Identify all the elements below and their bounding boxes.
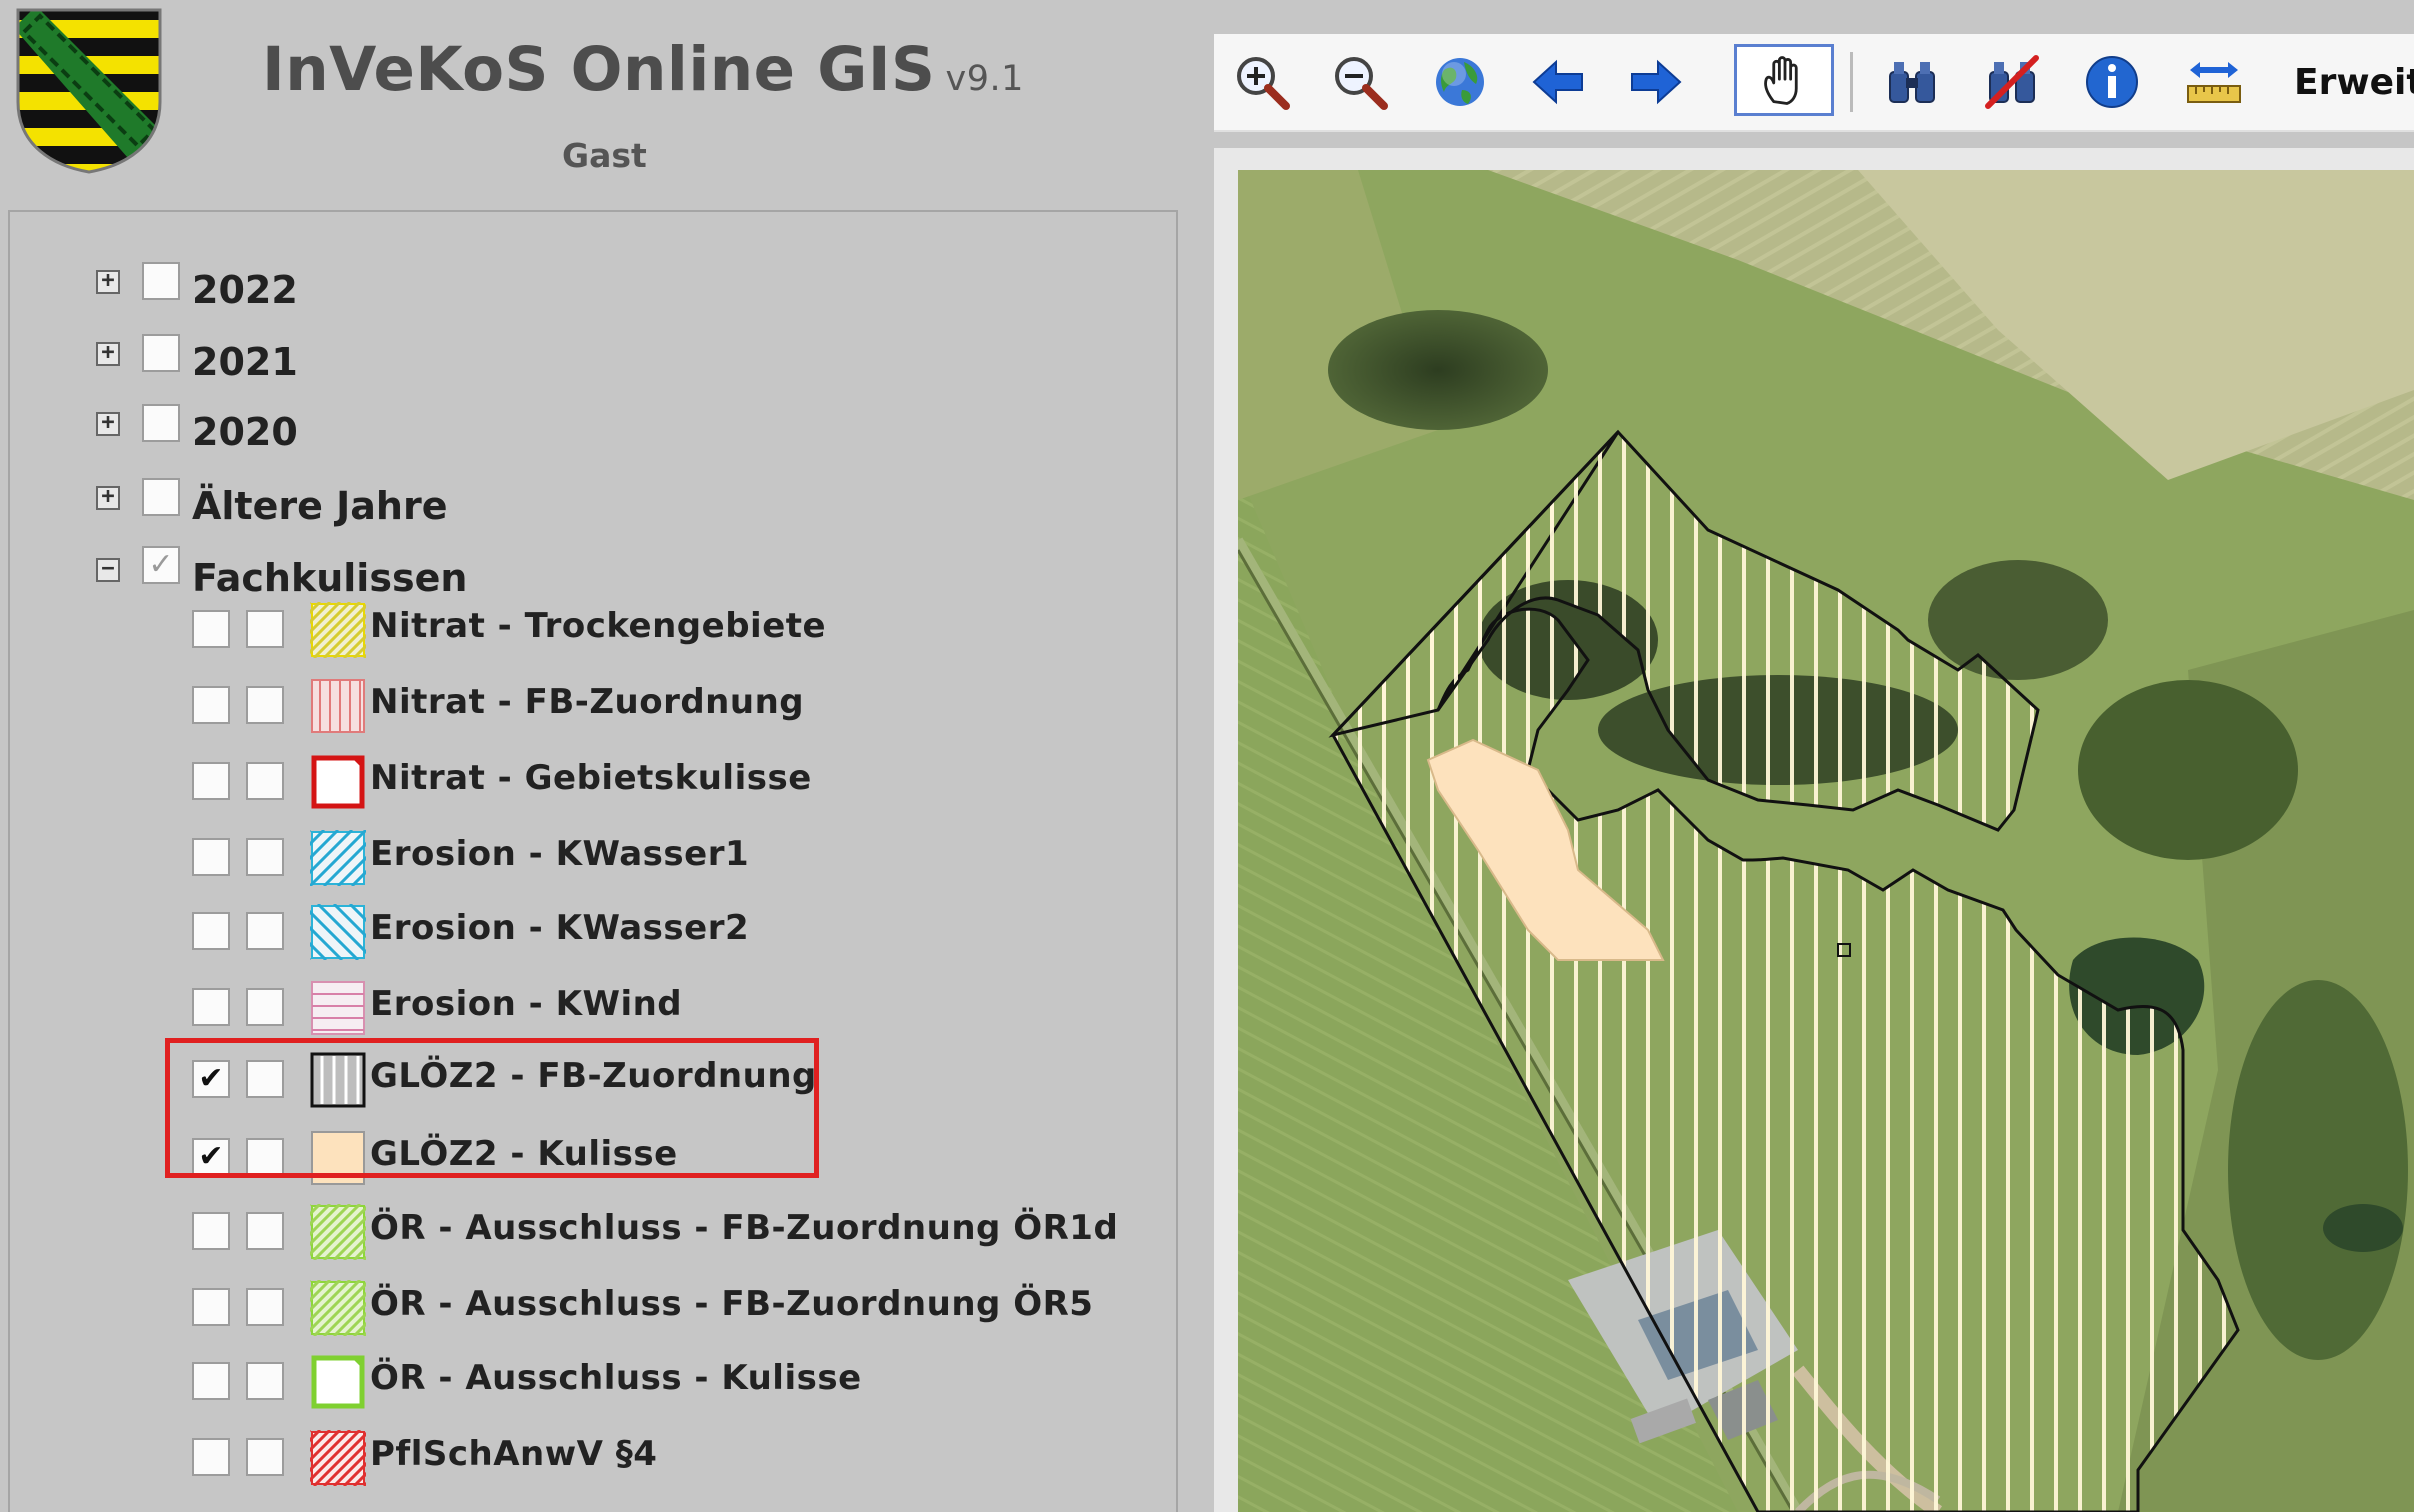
layer-label: ÖR - Ausschluss - FB-Zuordnung ÖR1d: [370, 1208, 1119, 1248]
tree-node-year[interactable]: +2020: [10, 404, 1110, 464]
layer-label: ÖR - Ausschluss - FB-Zuordnung ÖR5: [370, 1284, 1094, 1324]
tree-node-label: Ältere Jahre: [192, 484, 448, 528]
layer-legend-swatch-icon: [310, 754, 366, 810]
expand-toggle-icon[interactable]: +: [96, 342, 120, 366]
globe-icon[interactable]: [1428, 50, 1492, 114]
layer-select-checkbox[interactable]: [246, 1438, 284, 1476]
layer-label: Erosion - KWasser1: [370, 834, 750, 874]
tree-node-checkbox[interactable]: ✓: [142, 546, 180, 584]
pan-hand-icon: [1764, 56, 1798, 105]
layer-visibility-checkbox[interactable]: [192, 1212, 230, 1250]
layer-visibility-checkbox[interactable]: [192, 686, 230, 724]
expand-toggle-icon[interactable]: +: [96, 270, 120, 294]
layer-label: Nitrat - FB-Zuordnung: [370, 682, 805, 722]
layer-row[interactable]: Erosion - KWasser1: [10, 828, 1150, 888]
layer-row[interactable]: Nitrat - Gebietskulisse: [10, 752, 1150, 812]
layer-legend-swatch-icon: [252, 600, 422, 660]
gloez2-highlight-box: [165, 1038, 819, 1178]
layer-row[interactable]: Erosion - KWasser2: [10, 902, 1150, 962]
map-woodland: [2078, 680, 2298, 860]
map-frame: [1214, 148, 2414, 1512]
layer-visibility-checkbox[interactable]: [192, 762, 230, 800]
layer-select-checkbox[interactable]: [246, 988, 284, 1026]
map-canvas[interactable]: [1238, 170, 2414, 1512]
layer-row[interactable]: PflSchAnwV §4: [10, 1428, 1150, 1488]
layer-legend-swatch-icon: [252, 1428, 422, 1488]
back-arrow-icon[interactable]: [1526, 50, 1590, 114]
layer-legend-swatch-icon: [252, 1278, 422, 1338]
extended-menu-label[interactable]: Erweit: [2294, 62, 2414, 103]
app-title-text: InVeKoS Online GIS: [262, 34, 936, 105]
tree-node-label: 2022: [192, 268, 298, 312]
layer-row[interactable]: Nitrat - Trockengebiete: [10, 600, 1150, 660]
forward-arrow-icon[interactable]: [1624, 50, 1688, 114]
layer-label: Nitrat - Gebietskulisse: [370, 758, 812, 798]
layer-legend-swatch-icon: [252, 902, 408, 962]
layer-legend-swatch-icon: [310, 678, 366, 734]
tree-node-label: Fachkulissen: [192, 556, 468, 600]
collapse-toggle-icon[interactable]: −: [96, 558, 120, 582]
map-woodland: [2228, 980, 2408, 1360]
layer-visibility-checkbox[interactable]: [192, 1288, 230, 1326]
layer-label: Erosion - KWind: [370, 984, 683, 1024]
layer-row[interactable]: ÖR - Ausschluss - FB-Zuordnung ÖR1d: [10, 1202, 1150, 1262]
map-pond: [2323, 1204, 2403, 1252]
layer-select-checkbox[interactable]: [246, 912, 284, 950]
layer-visibility-checkbox[interactable]: [192, 988, 230, 1026]
layer-legend-swatch-icon: [252, 828, 410, 888]
layer-row[interactable]: ÖR - Ausschluss - FB-Zuordnung ÖR5: [10, 1278, 1150, 1338]
layer-row[interactable]: ÖR - Ausschluss - Kulisse: [10, 1352, 1150, 1412]
layer-label: ÖR - Ausschluss - Kulisse: [370, 1358, 862, 1398]
map-woodland: [1928, 560, 2108, 680]
user-label: Gast: [562, 136, 647, 175]
layer-label: Erosion - KWasser2: [370, 908, 750, 948]
layer-legend-swatch-icon: [252, 1202, 422, 1262]
tree-node-fachkulissen[interactable]: − ✓ Fachkulissen: [10, 546, 1110, 606]
toolbar-separator: [1850, 52, 1853, 112]
measure-ruler-icon[interactable]: [2182, 50, 2246, 114]
tree-node-year[interactable]: +2022: [10, 262, 1110, 322]
tree-node-checkbox[interactable]: [142, 334, 180, 372]
map-toolbar: Erweit: [1214, 34, 2414, 132]
layer-select-checkbox[interactable]: [246, 1212, 284, 1250]
expand-toggle-icon[interactable]: +: [96, 486, 120, 510]
tree-node-checkbox[interactable]: [142, 262, 180, 300]
tree-node-year[interactable]: + Ältere Jahre: [10, 478, 1110, 538]
map-woodland: [1328, 310, 1548, 430]
zoom-in-icon[interactable]: [1230, 50, 1294, 114]
saxony-coat-of-arms-logo: [16, 8, 162, 174]
tree-node-label: 2020: [192, 410, 298, 454]
expand-toggle-icon[interactable]: +: [96, 412, 120, 436]
layer-select-checkbox[interactable]: [246, 838, 284, 876]
tree-node-label: 2021: [192, 340, 298, 384]
layer-select-checkbox[interactable]: [246, 610, 284, 648]
app-window: InVeKoS Online GIS v9.1 Gast +2022 +2021 +2…: [0, 0, 2414, 1512]
layer-visibility-checkbox[interactable]: [192, 912, 230, 950]
layer-visibility-checkbox[interactable]: [192, 838, 230, 876]
layer-visibility-checkbox[interactable]: [192, 1362, 230, 1400]
layer-select-checkbox[interactable]: [246, 762, 284, 800]
app-version: v9.1: [945, 59, 1024, 99]
layer-select-checkbox[interactable]: [246, 1288, 284, 1326]
layer-legend-swatch-icon: [310, 1354, 366, 1410]
zoom-out-icon[interactable]: [1328, 50, 1392, 114]
tree-node-checkbox[interactable]: [142, 478, 180, 516]
layer-row[interactable]: Erosion - KWind: [10, 978, 1150, 1038]
binoculars-icon[interactable]: [1880, 50, 1944, 114]
layer-legend-swatch-icon: [310, 980, 366, 1036]
layer-label: Nitrat - Trockengebiete: [370, 606, 827, 646]
layer-row[interactable]: Nitrat - FB-Zuordnung: [10, 676, 1150, 736]
layer-tree-panel: +2022 +2021 +2020 + Ältere Jahre − ✓ Fachkuliss…: [8, 210, 1178, 1512]
layer-label: PflSchAnwV §4: [370, 1434, 658, 1474]
pan-tool-button[interactable]: [1734, 44, 1834, 116]
app-title: InVeKoS Online GIS v9.1: [262, 34, 1024, 105]
tree-node-year[interactable]: +2021: [10, 334, 1110, 394]
layer-visibility-checkbox[interactable]: [192, 1438, 230, 1476]
tree-node-checkbox[interactable]: [142, 404, 180, 442]
binoculars-off-icon[interactable]: [1980, 50, 2044, 114]
layer-visibility-checkbox[interactable]: [192, 610, 230, 648]
layer-select-checkbox[interactable]: [246, 686, 284, 724]
layer-select-checkbox[interactable]: [246, 1362, 284, 1400]
info-icon[interactable]: [2080, 50, 2144, 114]
